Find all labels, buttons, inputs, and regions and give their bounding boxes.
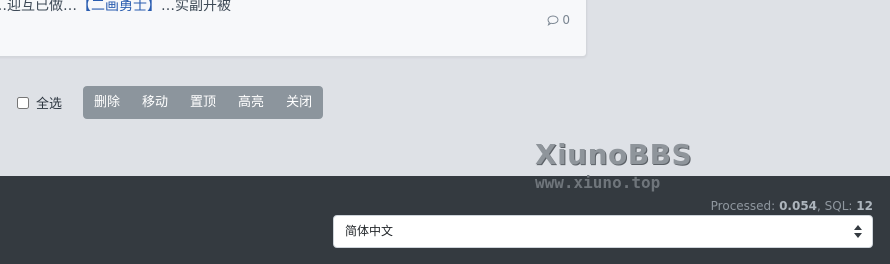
thread-title-prefix: …迎互已做… <box>0 0 77 14</box>
processed-label: Processed: <box>710 199 776 213</box>
watermark-sub: www.xiuno.top <box>535 173 661 192</box>
main-content-area: …迎互已做…【二画勇士】…实副开被 0 全选 删除 移动 置顶 高亮 关闭 <box>0 0 890 176</box>
sql-value: 12 <box>856 199 873 213</box>
move-button[interactable]: 移动 <box>131 86 179 119</box>
thread-title[interactable]: …迎互已做…【二画勇士】…实副开被 <box>0 0 293 15</box>
xiunobbs-watermark: XiunoBBS www.xiuno.top <box>535 139 695 193</box>
processing-stats: Processed: 0.054, SQL: 12 <box>710 199 873 213</box>
delete-button[interactable]: 删除 <box>83 86 131 119</box>
select-all-control[interactable]: 全选 <box>17 93 62 112</box>
thread-list-item[interactable]: …迎互已做…【二画勇士】…实副开被 0 <box>0 0 587 57</box>
language-select[interactable]: 简体中文 <box>333 215 873 248</box>
moderation-button-group: 删除 移动 置顶 高亮 关闭 <box>83 86 324 119</box>
language-selected-value: 简体中文 <box>345 224 394 238</box>
comment-count-value: 0 <box>562 13 570 27</box>
speech-bubble-icon <box>547 14 559 26</box>
watermark-main: XiunoBBS <box>535 138 693 171</box>
thread-title-suffix: …实副开被 <box>161 0 231 14</box>
pin-button[interactable]: 置顶 <box>179 86 227 119</box>
thread-title-highlight[interactable]: 【二画勇士】 <box>77 0 161 14</box>
processed-value: 0.054 <box>779 199 818 213</box>
select-all-label: 全选 <box>36 97 63 112</box>
close-thread-button[interactable]: 关闭 <box>275 86 323 119</box>
highlight-button[interactable]: 高亮 <box>227 86 275 119</box>
sql-label: SQL: <box>824 199 853 213</box>
select-arrows-icon <box>854 225 862 238</box>
select-all-checkbox[interactable] <box>17 96 29 109</box>
comment-count: 0 <box>547 13 570 27</box>
